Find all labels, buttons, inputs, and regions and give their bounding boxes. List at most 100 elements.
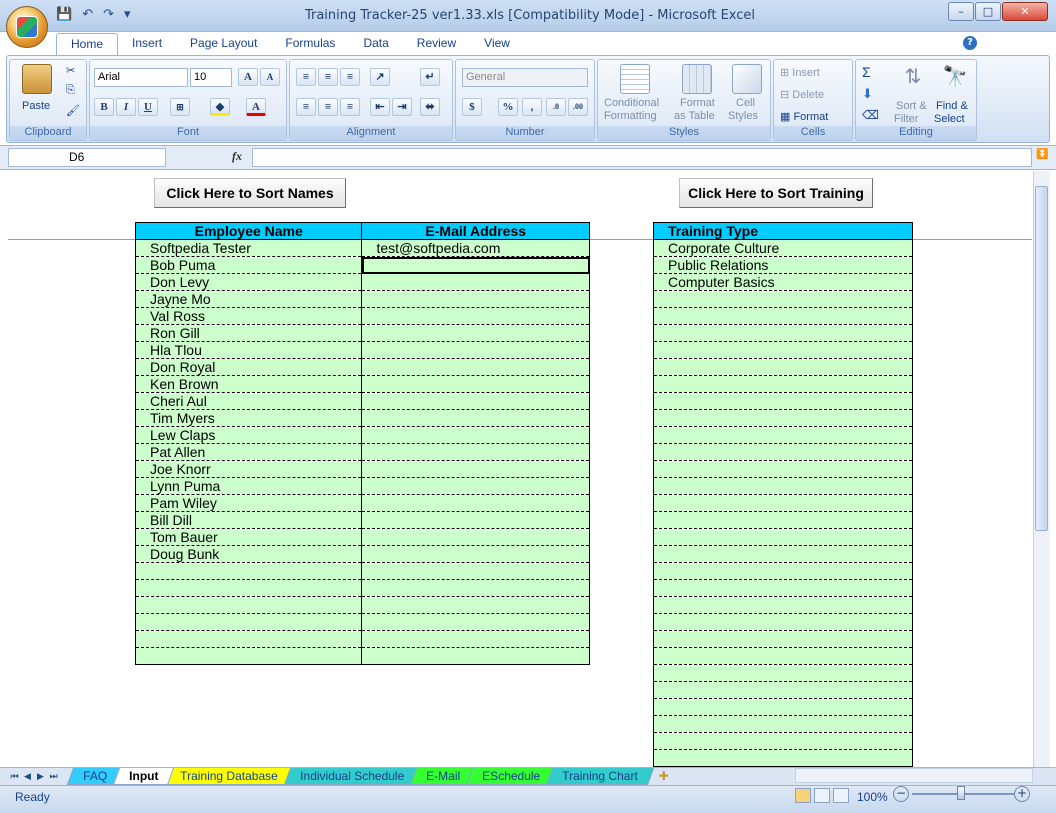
conditional-label[interactable]: Conditional: [604, 97, 659, 109]
training-type-cell[interactable]: [653, 732, 913, 750]
tab-view[interactable]: View: [470, 33, 524, 55]
insert-cells-button[interactable]: ⊞ Insert: [780, 66, 820, 79]
employee-name-cell[interactable]: Tom Bauer: [134, 528, 363, 546]
tab-insert[interactable]: Insert: [118, 33, 176, 55]
borders-icon[interactable]: ⊞: [170, 98, 190, 116]
email-cell[interactable]: [361, 613, 590, 631]
page-layout-view-icon[interactable]: [814, 788, 830, 803]
cell-label[interactable]: Cell: [736, 97, 755, 109]
customize-qat-icon[interactable]: ▾: [124, 7, 131, 25]
employee-name-cell[interactable]: Val Ross: [134, 307, 363, 325]
employee-name-cell[interactable]: Lynn Puma: [134, 477, 363, 495]
sort-label[interactable]: Sort &: [896, 100, 927, 112]
email-cell[interactable]: [361, 596, 590, 614]
employee-name-cell[interactable]: Cheri Aul: [134, 392, 363, 410]
employee-name-cell[interactable]: [134, 647, 363, 665]
tab-data[interactable]: Data: [349, 33, 402, 55]
email-cell[interactable]: [361, 358, 590, 376]
email-cell[interactable]: [361, 460, 590, 478]
email-cell[interactable]: [361, 256, 590, 274]
fill-icon[interactable]: ⬇: [862, 86, 873, 102]
email-cell[interactable]: [361, 273, 590, 291]
name-box[interactable]: D6: [8, 148, 166, 167]
training-type-cell[interactable]: [653, 698, 913, 716]
clear-icon[interactable]: ⌫: [862, 108, 879, 122]
employee-name-cell[interactable]: Bill Dill: [134, 511, 363, 529]
formula-input[interactable]: [252, 148, 1032, 167]
sheet-tab-training-chart[interactable]: Training Chart: [546, 767, 654, 785]
training-type-cell[interactable]: [653, 392, 913, 410]
training-type-cell[interactable]: [653, 630, 913, 648]
training-type-cell[interactable]: [653, 460, 913, 478]
training-type-cell[interactable]: [653, 715, 913, 733]
employee-name-cell[interactable]: Don Royal: [134, 358, 363, 376]
training-type-cell[interactable]: [653, 613, 913, 631]
close-button[interactable]: ✕: [1002, 2, 1048, 21]
comma-icon[interactable]: ,: [522, 98, 542, 116]
align-top-icon[interactable]: ≡: [296, 68, 316, 86]
worksheet[interactable]: Click Here to Sort Names Click Here to S…: [8, 171, 1032, 767]
help-icon[interactable]: ?: [963, 36, 977, 50]
align-left-icon[interactable]: ≡: [296, 98, 316, 116]
training-type-cell[interactable]: Corporate Culture: [653, 239, 913, 257]
email-cell[interactable]: [361, 562, 590, 580]
horizontal-scrollbar[interactable]: [795, 768, 1033, 783]
tab-home[interactable]: Home: [56, 33, 119, 55]
training-type-cell[interactable]: [653, 409, 913, 427]
email-cell[interactable]: [361, 426, 590, 444]
conditional-formatting-icon[interactable]: [620, 64, 650, 94]
format-label[interactable]: Format: [680, 97, 715, 109]
align-center-icon[interactable]: ≡: [318, 98, 338, 116]
email-cell[interactable]: [361, 409, 590, 427]
format-cells-button[interactable]: ▦ Format: [780, 110, 828, 123]
training-type-cell[interactable]: Computer Basics: [653, 273, 913, 291]
paste-icon[interactable]: [22, 64, 52, 94]
training-type-cell[interactable]: [653, 443, 913, 461]
sheet-tab-eschedule[interactable]: ESchedule: [465, 767, 557, 785]
training-type-cell[interactable]: [653, 477, 913, 495]
sort-names-button[interactable]: Click Here to Sort Names: [154, 178, 346, 208]
maximize-button[interactable]: □: [975, 2, 1001, 21]
minimize-button[interactable]: –: [948, 2, 974, 21]
last-sheet-icon[interactable]: ⏭: [47, 771, 60, 782]
align-middle-icon[interactable]: ≡: [318, 68, 338, 86]
training-type-cell[interactable]: [653, 375, 913, 393]
email-cell[interactable]: [361, 528, 590, 546]
paste-label[interactable]: Paste: [22, 100, 50, 112]
sheet-tab-training-database[interactable]: Training Database: [164, 767, 295, 785]
copy-icon[interactable]: ⎘: [66, 84, 75, 97]
styles-label[interactable]: Styles: [728, 110, 758, 122]
employee-name-cell[interactable]: Jayne Mo: [134, 290, 363, 308]
insert-function-icon[interactable]: fx: [232, 149, 242, 164]
employee-name-cell[interactable]: Ron Gill: [134, 324, 363, 342]
training-type-cell[interactable]: [653, 511, 913, 529]
employee-name-cell[interactable]: Tim Myers: [134, 409, 363, 427]
employee-name-cell[interactable]: Hla Tlou: [134, 341, 363, 359]
employee-name-cell[interactable]: Softpedia Tester: [134, 239, 363, 257]
employee-name-cell[interactable]: Pat Allen: [134, 443, 363, 461]
italic-icon[interactable]: I: [116, 98, 136, 116]
increase-decimal-icon[interactable]: .0: [546, 98, 566, 116]
formatting-label[interactable]: Formatting: [604, 110, 657, 122]
font-color-icon[interactable]: A: [246, 98, 266, 116]
training-type-cell[interactable]: Public Relations: [653, 256, 913, 274]
employee-name-cell[interactable]: [134, 562, 363, 580]
email-cell[interactable]: test@softpedia.com: [361, 239, 590, 257]
save-icon[interactable]: 💾: [56, 7, 72, 25]
training-type-cell[interactable]: [653, 647, 913, 665]
sheet-tab-individual-schedule[interactable]: Individual Schedule: [283, 767, 421, 785]
employee-name-cell[interactable]: Don Levy: [134, 273, 363, 291]
training-type-cell[interactable]: [653, 528, 913, 546]
email-cell[interactable]: [361, 392, 590, 410]
align-right-icon[interactable]: ≡: [340, 98, 360, 116]
font-size-select[interactable]: 10: [190, 68, 232, 87]
autosum-icon[interactable]: Σ: [862, 64, 871, 80]
employee-name-cell[interactable]: Doug Bunk: [134, 545, 363, 563]
prev-sheet-icon[interactable]: ◀: [21, 771, 34, 782]
merge-center-icon[interactable]: ⬌: [420, 98, 440, 116]
undo-icon[interactable]: ↶: [82, 7, 93, 25]
training-type-cell[interactable]: [653, 596, 913, 614]
normal-view-icon[interactable]: [795, 788, 811, 803]
percent-icon[interactable]: %: [498, 98, 518, 116]
sheet-tab-input[interactable]: Input: [112, 767, 175, 785]
